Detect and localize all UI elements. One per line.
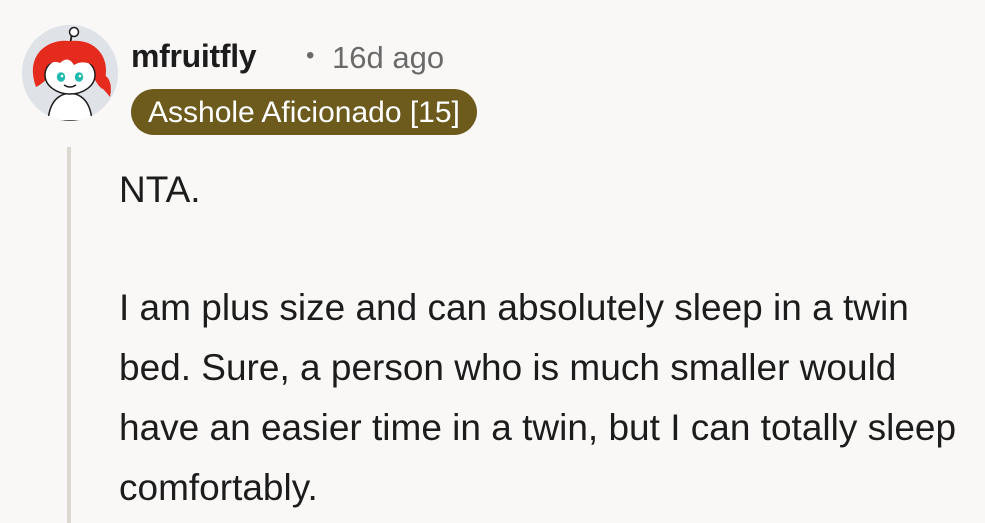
comment-timestamp[interactable]: 16d ago xyxy=(332,40,444,76)
comment-paragraph: NTA. xyxy=(119,169,201,210)
user-flair-badge: Asshole Aficionado [15] xyxy=(131,89,477,135)
meta-separator: • xyxy=(306,42,315,69)
username-link[interactable]: mfruitfly xyxy=(131,38,257,75)
comment-paragraph: I am plus size and can absolutely sleep … xyxy=(119,287,957,508)
snoo-avatar-icon xyxy=(22,25,118,121)
comment: mfruitfly • 16d ago Asshole Aficionado [… xyxy=(0,0,985,523)
thread-collapse-line[interactable] xyxy=(67,147,71,523)
user-avatar[interactable] xyxy=(22,25,118,121)
comment-body: NTA. I am plus size and can absolutely s… xyxy=(119,160,969,518)
